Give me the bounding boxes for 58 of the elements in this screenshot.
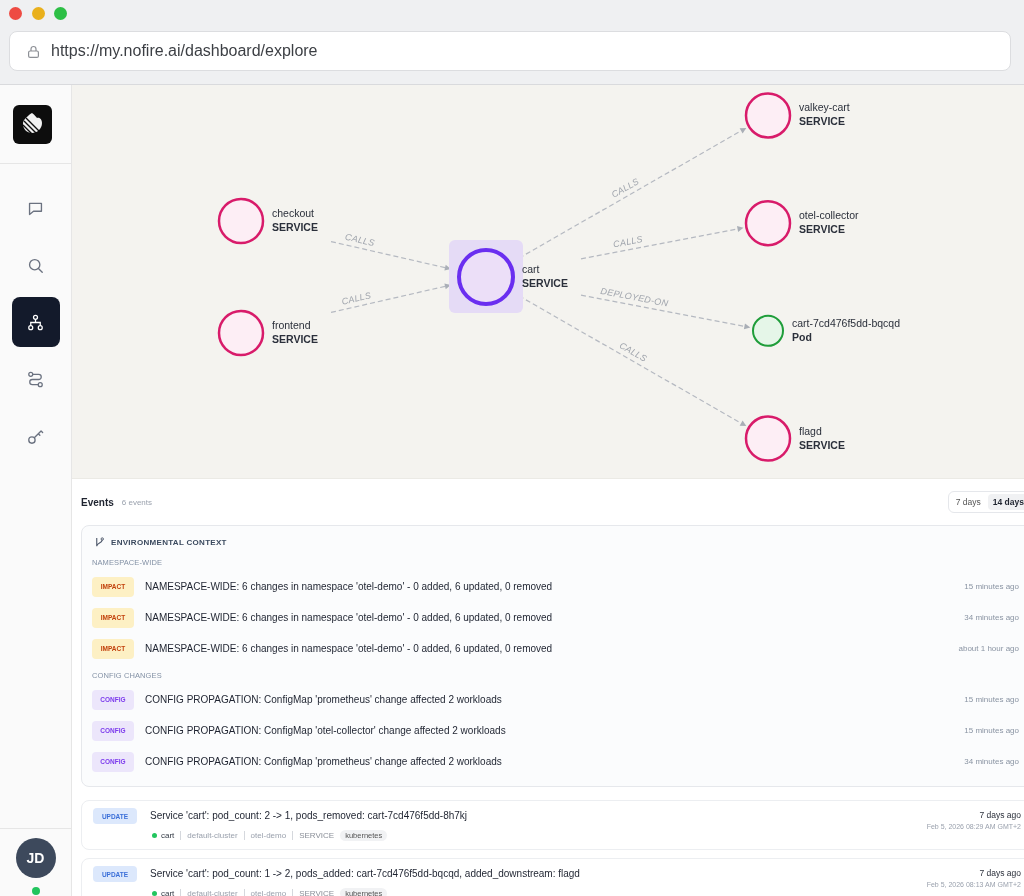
service-name: cart [161,888,175,896]
node-name: otel-collector [799,209,859,222]
node-name: frontend [272,319,311,331]
url-text: https://my.nofire.ai/dashboard/explore [51,42,318,60]
event-title: Service 'cart': pod_count: 1 -> 2, pods_added: cart-7cd476f5dd-bqcqd, added_downstream: flagd [150,867,580,881]
node-name: checkout [272,207,315,219]
event-time: 34 minutes ago [964,757,1019,766]
event-title: Service 'cart': pod_count: 2 -> 1, pods_removed: cart-7cd476f5dd-8h7kj [150,809,468,823]
node-name: flagd [799,424,822,437]
hierarchy-icon [26,312,45,332]
event-time: 15 minutes ago [964,582,1019,591]
user-avatar[interactable]: JD [15,838,56,878]
maximize-window-button[interactable] [54,7,67,20]
context-title: ENVIRONMENTAL CONTEXT [111,537,227,547]
resource-type: SERVICE [299,888,335,896]
nav-button[interactable] [11,297,60,347]
event-age: 7 days ago [979,810,1021,820]
edge-label: CALLS [340,290,373,307]
event-message: CONFIG PROPAGATION: ConfigMap 'prometheus' change affected 2 workloads [145,756,502,767]
node-type: Pod [792,330,812,343]
address-bar[interactable]: https://my.nofire.ai/dashboard/explore [9,31,1011,71]
range-tab[interactable]: 7 days [950,494,986,510]
node-type: SERVICE [272,333,318,345]
namespace-name: otel-demo [250,888,287,896]
event-message: NAMESPACE-WIDE: 6 changes in namespace 'otel-demo' - 0 added, 6 updated, 0 removed [145,581,553,592]
event-message: CONFIG PROPAGATION: ConfigMap 'otel-collector' change affected 2 workloads [145,725,506,736]
node-type: SERVICE [799,438,845,451]
event-message: NAMESPACE-WIDE: 6 changes in namespace 'otel-demo' - 0 added, 6 updated, 0 removed [145,612,553,623]
resource-type: SERVICE [299,830,335,840]
event-message: NAMESPACE-WIDE: 6 changes in namespace 'otel-demo' - 0 added, 6 updated, 0 removed [145,643,553,654]
event-time: 15 minutes ago [964,695,1019,704]
node-type: SERVICE [272,221,318,233]
event-time: about 1 hour ago [958,644,1019,653]
node-type: SERVICE [522,277,568,289]
node-type: SERVICE [799,223,845,236]
range-tab[interactable]: 14 days [987,494,1024,510]
node-type: SERVICE [799,115,845,128]
event-message: CONFIG PROPAGATION: ConfigMap 'prometheus' change affected 2 workloads [145,694,502,705]
node-name: cart [522,263,540,275]
edge-label: CALLS [344,231,376,249]
service-name: cart [161,830,175,840]
event-age: 7 days ago [979,868,1021,878]
node-name: cart-7cd476f5dd-bqcqd [792,316,900,329]
edge-label: CALLS [612,234,644,250]
route-icon [26,369,45,389]
cluster-name: default-cluster [187,830,238,840]
logo-icon[interactable] [13,105,52,144]
node-name: valkey-cart [799,101,850,114]
close-window-button[interactable] [9,7,22,20]
event-time: 15 minutes ago [964,726,1019,735]
minimize-window-button[interactable] [31,7,45,20]
lock-icon [28,44,39,58]
event-time: 34 minutes ago [964,613,1019,622]
namespace-name: otel-demo [250,830,287,840]
cluster-name: default-cluster [187,888,238,896]
event-count: 6 events [121,497,153,507]
events-title: Events [81,496,114,508]
branch-icon [94,536,105,548]
